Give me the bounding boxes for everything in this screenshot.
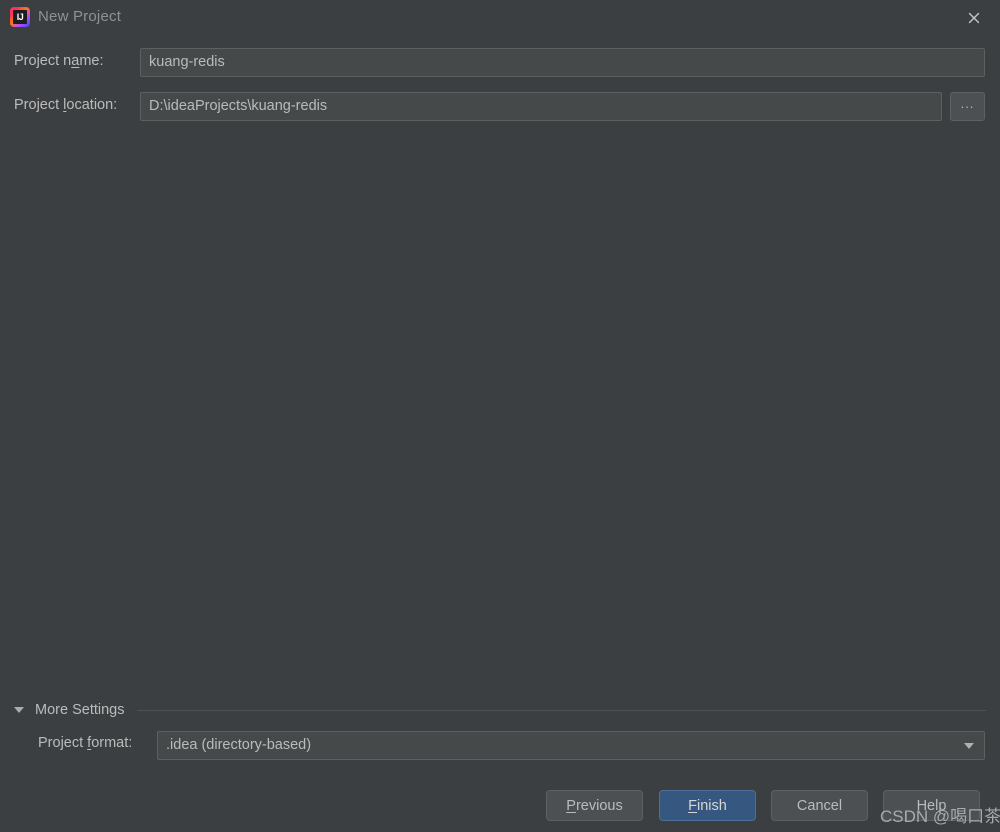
close-icon[interactable] bbox=[962, 6, 986, 30]
project-format-label: Project format: bbox=[38, 735, 133, 751]
project-format-selected-value: .idea (directory-based) bbox=[166, 737, 312, 753]
help-button[interactable]: Help bbox=[883, 790, 980, 821]
more-settings-separator bbox=[136, 709, 986, 711]
project-location-label: Project location: bbox=[14, 97, 118, 113]
more-settings-label: More Settings bbox=[35, 702, 125, 718]
ellipsis-icon: ... bbox=[960, 95, 975, 111]
project-name-input[interactable]: kuang-redis bbox=[140, 48, 985, 77]
project-format-select[interactable]: .idea (directory-based) bbox=[157, 731, 985, 760]
title-bar: IJ New Project bbox=[0, 0, 1000, 36]
finish-button[interactable]: Finish bbox=[659, 790, 756, 821]
cancel-button[interactable]: Cancel bbox=[771, 790, 868, 821]
intellij-idea-icon: IJ bbox=[10, 7, 30, 27]
project-location-input[interactable]: D:\ideaProjects\kuang-redis bbox=[140, 92, 942, 121]
more-settings-toggle[interactable]: More Settings bbox=[14, 700, 986, 720]
chevron-down-icon bbox=[964, 743, 974, 749]
triangle-down-icon bbox=[14, 707, 24, 713]
window-title: New Project bbox=[38, 8, 122, 25]
app-icon-glyph: IJ bbox=[13, 10, 27, 24]
project-name-label: Project name: bbox=[14, 53, 104, 69]
new-project-dialog: IJ New Project Project name: kuang-redis… bbox=[0, 0, 1000, 832]
browse-location-button[interactable]: ... bbox=[950, 92, 985, 121]
previous-button[interactable]: Previous bbox=[546, 790, 643, 821]
